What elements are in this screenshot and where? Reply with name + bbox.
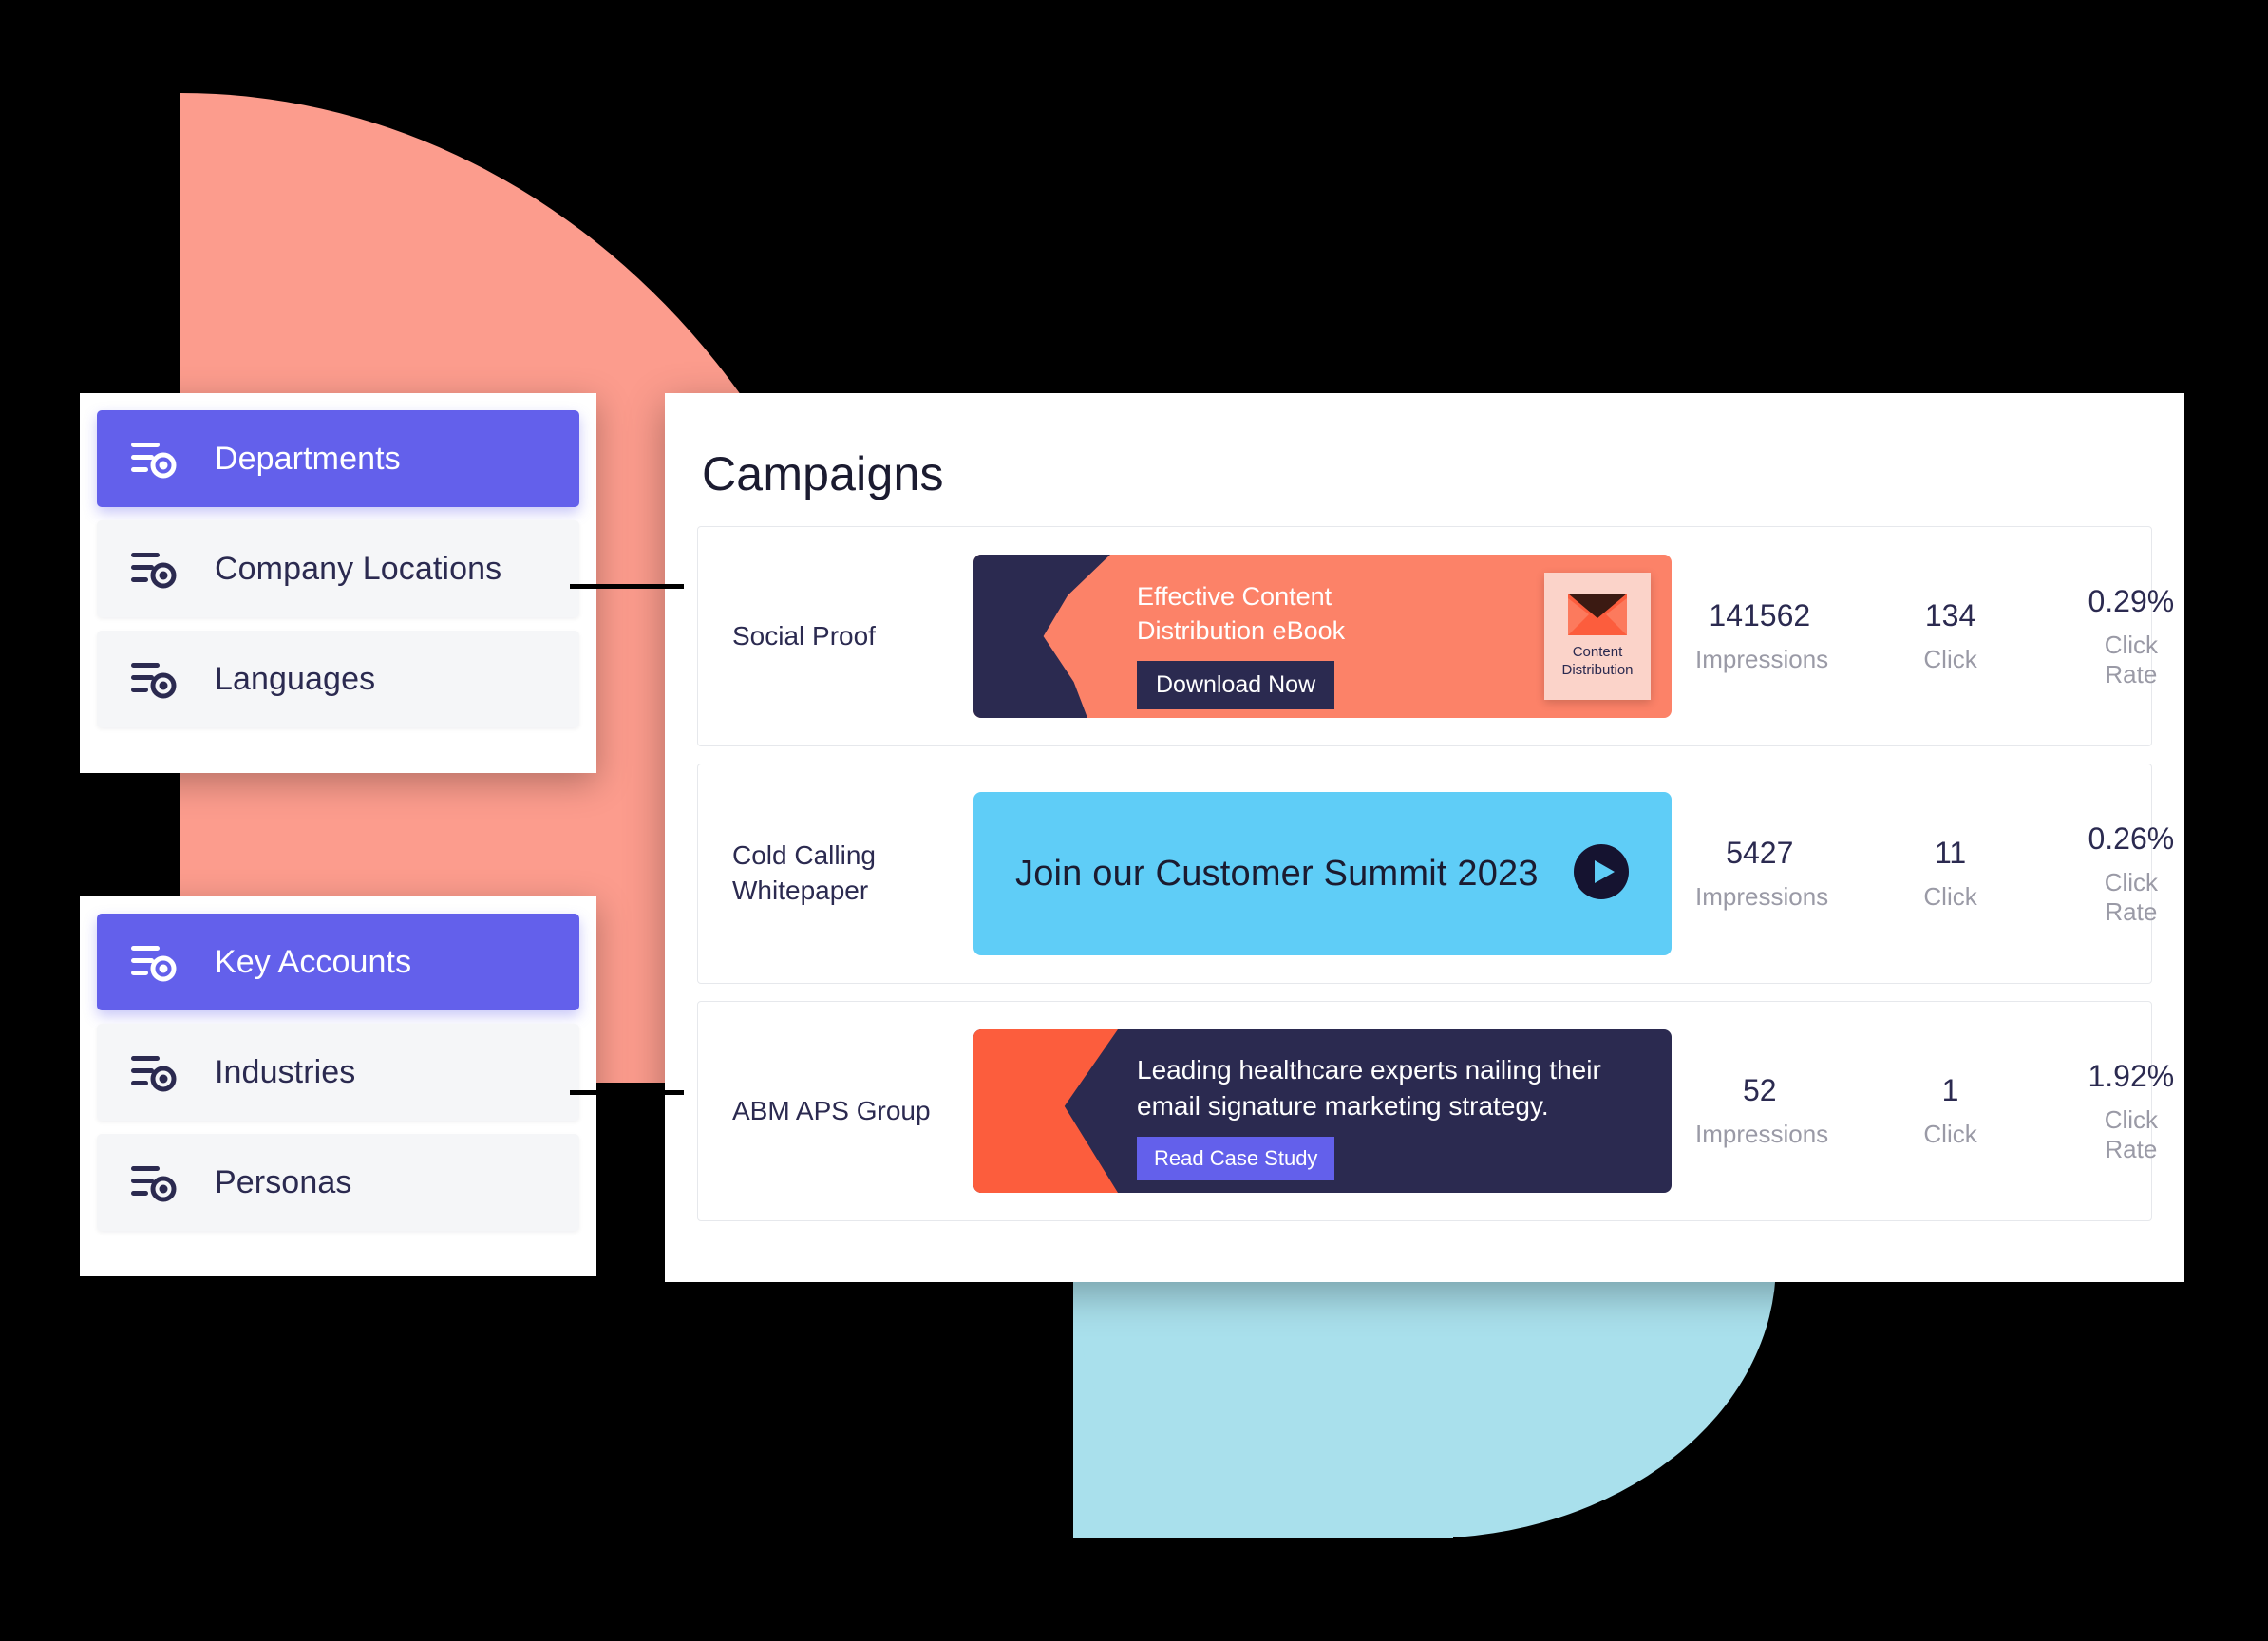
filter-lines-circle-icon xyxy=(125,438,186,480)
campaign-name-line2: Whitepaper xyxy=(732,876,869,905)
campaign-name-line1: Cold Calling xyxy=(732,840,876,871)
filter-lines-circle-icon xyxy=(125,1051,186,1093)
sidebar-item-key-accounts[interactable]: Key Accounts xyxy=(97,914,579,1010)
banner-headline-line1: Effective Content xyxy=(1137,582,1332,611)
metric-impressions: 5427 Impressions xyxy=(1695,836,1829,912)
thumbnail-caption: Content Distribution xyxy=(1561,644,1633,680)
metric-click: 11 Click xyxy=(1899,836,2003,912)
campaign-metrics: 141562 Impressions 134 Click 0.29% Click… xyxy=(1695,584,2240,689)
metric-value: 0.29% xyxy=(2088,583,2175,618)
metric-impressions: 52 Impressions xyxy=(1695,1073,1829,1149)
sidebar-item-label: Industries xyxy=(215,1053,356,1090)
banner-headline-line2: Distribution eBook xyxy=(1137,615,1346,645)
banner-headline: Effective Content Distribution eBook xyxy=(1137,580,1345,648)
metric-click-rate: 0.29% Click Rate xyxy=(2077,584,2186,689)
campaign-banner-social-proof[interactable]: Effective Content Distribution eBook Dow… xyxy=(973,555,1672,718)
metric-label: Click Rate xyxy=(2104,867,2159,926)
banner-headline-line1: Leading healthcare experts nailing their xyxy=(1137,1055,1601,1085)
metric-click-rate: 1.92% Click Rate xyxy=(2077,1059,2186,1164)
campaign-banner-abm-aps[interactable]: Leading healthcare experts nailing their… xyxy=(973,1029,1672,1193)
screenshot-canvas: Departments Company Locations Languages … xyxy=(0,0,2268,1641)
campaign-row[interactable]: ABM APS Group Leading healthcare experts… xyxy=(697,1001,2174,1221)
banner-headline: Join our Customer Summit 2023 xyxy=(1015,853,1539,894)
campaign-row[interactable]: Cold Calling Whitepaper Join our Custome… xyxy=(697,764,2174,984)
banner-wedge-shape xyxy=(973,1029,1118,1193)
metric-label: Impressions xyxy=(1695,882,1829,911)
metric-value: 0.26% xyxy=(2088,820,2175,856)
envelope-icon xyxy=(1568,593,1627,635)
metric-value: 134 xyxy=(1924,598,1976,632)
metric-label: Click Rate xyxy=(2104,630,2159,688)
sidebar-panel-top: Departments Company Locations Languages xyxy=(80,393,596,773)
metric-label: Click xyxy=(1923,645,1977,673)
metric-label: Click xyxy=(1923,882,1977,911)
banner-copy: Leading healthcare experts nailing their… xyxy=(1137,1052,1601,1181)
sidebar-item-departments[interactable]: Departments xyxy=(97,410,579,507)
campaign-metrics: 52 Impressions 1 Click 1.92% Click Rate xyxy=(1695,1059,2240,1164)
metric-label: Impressions xyxy=(1695,645,1829,673)
banner-headline: Leading healthcare experts nailing their… xyxy=(1137,1052,1601,1124)
banner-copy: Effective Content Distribution eBook Dow… xyxy=(1137,580,1345,710)
connector-line-bottom xyxy=(570,1090,684,1095)
metric-click: 134 Click xyxy=(1899,598,2003,674)
campaign-name: Social Proof xyxy=(732,620,876,651)
banner-headline-line2: email signature marketing strategy. xyxy=(1137,1091,1549,1122)
sidebar-item-industries[interactable]: Industries xyxy=(97,1024,579,1121)
campaign-banner-wrap: Effective Content Distribution eBook Dow… xyxy=(973,555,1695,718)
filter-lines-circle-icon xyxy=(125,548,186,590)
metric-click: 1 Click xyxy=(1899,1073,2003,1149)
connector-line-top xyxy=(570,584,684,589)
metric-label: Click xyxy=(1923,1120,1977,1148)
campaign-name: Cold Calling Whitepaper xyxy=(698,839,973,909)
banner-wedge-shape xyxy=(973,555,1110,718)
metric-click-rate: 0.26% Click Rate xyxy=(2077,821,2186,927)
metric-impressions: 141562 Impressions xyxy=(1695,598,1829,674)
sidebar-item-label: Departments xyxy=(215,440,401,477)
sidebar-item-label: Key Accounts xyxy=(215,943,412,980)
campaign-name: ABM APS Group xyxy=(732,1095,931,1125)
read-case-study-button[interactable]: Read Case Study xyxy=(1137,1137,1335,1181)
campaign-banner-wrap: Join our Customer Summit 2023 xyxy=(973,792,1695,955)
sidebar-item-label: Company Locations xyxy=(215,550,502,587)
metric-value: 1 xyxy=(1941,1073,1959,1107)
campaign-banner-wrap: Leading healthcare experts nailing their… xyxy=(973,1029,1695,1193)
sidebar-item-languages[interactable]: Languages xyxy=(97,631,579,727)
sidebar-item-personas[interactable]: Personas xyxy=(97,1134,579,1231)
metric-label: Click Rate xyxy=(2104,1104,2159,1163)
filter-lines-circle-icon xyxy=(125,658,186,700)
filter-lines-circle-icon xyxy=(125,1161,186,1203)
page-title: Campaigns xyxy=(702,447,944,500)
campaign-row[interactable]: Social Proof Effective Content Distribut… xyxy=(697,526,2174,746)
sidebar-item-label: Languages xyxy=(215,660,376,697)
campaign-metrics: 5427 Impressions 11 Click 0.26% Click Ra… xyxy=(1695,821,2240,927)
play-icon[interactable] xyxy=(1573,843,1630,905)
metric-label: Impressions xyxy=(1695,1120,1829,1148)
thumbnail-caption-line1: Content xyxy=(1572,643,1623,660)
filter-lines-circle-icon xyxy=(125,941,186,983)
campaigns-panel: Campaigns Social Proof Effective Content… xyxy=(665,393,2184,1282)
metric-value: 5427 xyxy=(1726,836,1794,870)
thumbnail-caption-line2: Distribution xyxy=(1561,661,1634,678)
metric-value: 141562 xyxy=(1709,598,1811,632)
metric-value: 11 xyxy=(1934,836,1967,870)
download-now-button[interactable]: Download Now xyxy=(1137,661,1335,710)
metric-value: 52 xyxy=(1742,1073,1777,1107)
sidebar-item-company-locations[interactable]: Company Locations xyxy=(97,520,579,617)
metric-value: 1.92% xyxy=(2088,1058,2175,1093)
sidebar-item-label: Personas xyxy=(215,1163,352,1200)
sidebar-panel-bottom: Key Accounts Industries Personas xyxy=(80,896,596,1276)
campaign-banner-customer-summit[interactable]: Join our Customer Summit 2023 xyxy=(973,792,1672,955)
banner-thumbnail: Content Distribution xyxy=(1544,573,1651,700)
